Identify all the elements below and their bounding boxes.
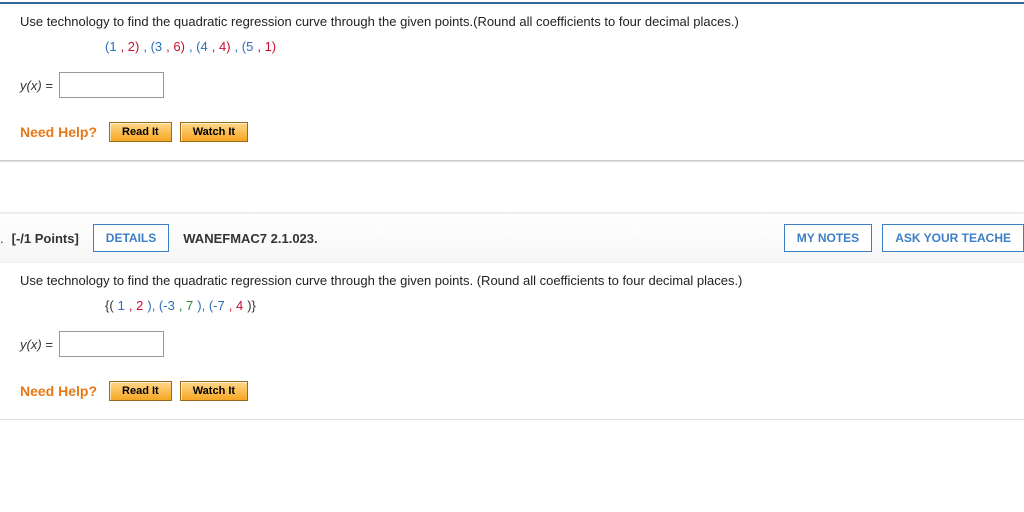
read-it-button[interactable]: Read It — [109, 381, 172, 401]
answer-label: y(x) = — [20, 78, 53, 93]
help-row: Need Help? Read It Watch It — [20, 381, 1004, 401]
ask-teacher-button[interactable]: ASK YOUR TEACHE — [882, 224, 1024, 252]
watch-it-button[interactable]: Watch It — [180, 122, 248, 142]
answer-input[interactable] — [59, 331, 164, 357]
read-it-button[interactable]: Read It — [109, 122, 172, 142]
answer-row: y(x) = — [20, 331, 1004, 357]
section-gap — [0, 161, 1024, 213]
need-help-label: Need Help? — [20, 124, 97, 140]
answer-input[interactable] — [59, 72, 164, 98]
my-notes-button[interactable]: MY NOTES — [784, 224, 872, 252]
details-button[interactable]: DETAILS — [93, 224, 169, 252]
question-2: Use technology to find the quadratic reg… — [0, 263, 1024, 420]
question-prompt: Use technology to find the quadratic reg… — [20, 273, 1004, 288]
question-1: Use technology to find the quadratic reg… — [0, 4, 1024, 161]
data-points: {(1, 2), (-3, 7), (-7, 4)} — [105, 298, 1004, 313]
points-label: [-/1 Points] — [10, 231, 79, 246]
question-prompt: Use technology to find the quadratic reg… — [20, 14, 1004, 29]
need-help-label: Need Help? — [20, 383, 97, 399]
answer-row: y(x) = — [20, 72, 1004, 98]
answer-label: y(x) = — [20, 337, 53, 352]
question-header: . [-/1 Points] DETAILS WANEFMAC7 2.1.023… — [0, 213, 1024, 263]
data-points: (1, 2), (3, 6), (4, 4), (5, 1) — [105, 39, 1004, 54]
help-row: Need Help? Read It Watch It — [20, 122, 1004, 142]
reference-code: WANEFMAC7 2.1.023. — [183, 231, 317, 246]
watch-it-button[interactable]: Watch It — [180, 381, 248, 401]
